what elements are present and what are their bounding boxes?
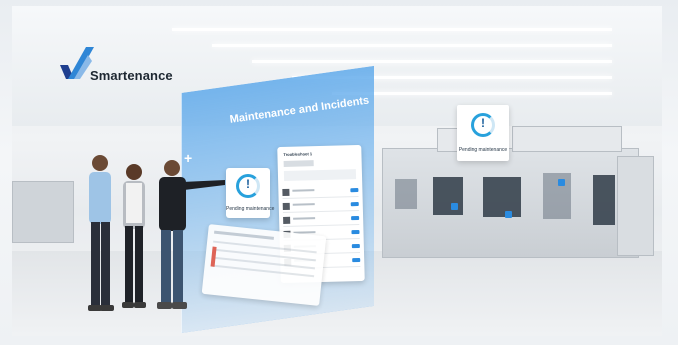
person-left — [88, 155, 114, 311]
list-item — [282, 199, 359, 213]
list-item — [283, 213, 360, 227]
ceiling-light — [212, 44, 612, 47]
machine-roof — [512, 126, 622, 152]
side-cabinet — [617, 156, 654, 256]
person-right — [157, 160, 225, 309]
brand-name: Smartenance — [90, 68, 173, 83]
production-machine — [382, 148, 639, 258]
ceiling-light — [252, 60, 612, 63]
list-item — [282, 185, 359, 200]
person-middle — [122, 164, 146, 308]
machine-status-sign: ! Pending maintenance — [457, 105, 509, 161]
machine-status-label: Pending maintenance — [458, 147, 508, 153]
engineers-group — [88, 155, 225, 311]
ceiling-light — [172, 28, 612, 31]
list-header: Troubleshoot 1 — [283, 151, 313, 157]
hero-image: ! Pending maintenance Maintenance and In… — [0, 0, 678, 345]
